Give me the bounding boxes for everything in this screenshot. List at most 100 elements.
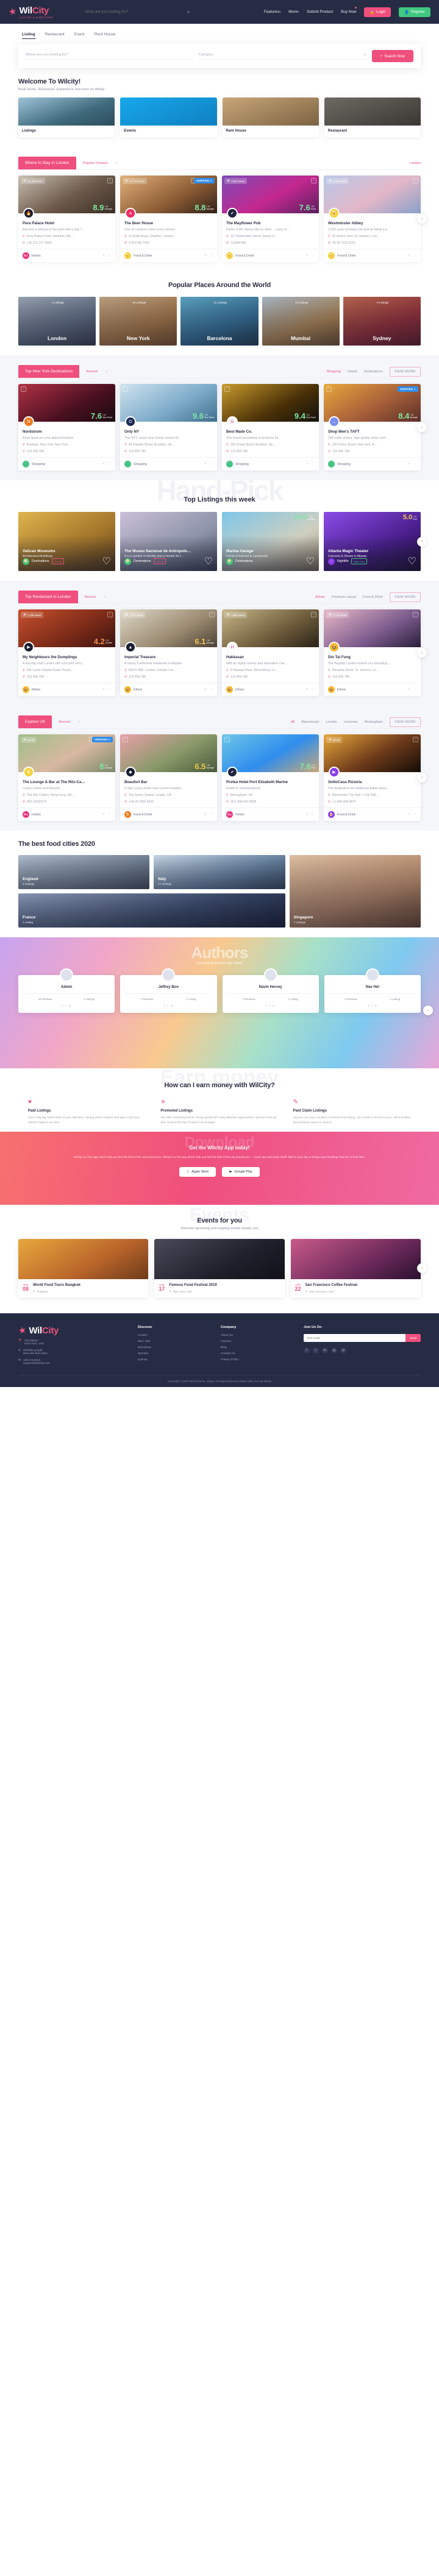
- favorite-icon[interactable]: ♡: [311, 178, 316, 183]
- heart-icon[interactable]: ♡: [108, 812, 111, 817]
- listing-card[interactable]: 👁 8,403 views ♡ 7.6/ 10 Good ✔ The Mayflower P…: [222, 176, 319, 262]
- filter-food-drink[interactable]: Food & Drink: [363, 595, 383, 599]
- heart-icon[interactable]: ♡: [413, 462, 416, 466]
- listing-title[interactable]: Only NY: [124, 430, 213, 434]
- newsletter-email-input[interactable]: [304, 1334, 406, 1343]
- category-card[interactable]: Restaurant: [324, 98, 421, 137]
- favorite-icon[interactable]: ♡: [413, 178, 418, 183]
- view-more-button[interactable]: VIEW MORE: [389, 592, 421, 602]
- heart-icon[interactable]: ♡: [108, 462, 111, 466]
- category-card[interactable]: Rent House: [222, 98, 319, 137]
- listing-card[interactable]: ♡ 9.4/ 10 Very Good G Best Made Co. This bran…: [222, 384, 319, 470]
- filter-shopping[interactable]: Shopping: [326, 370, 341, 374]
- social-icon[interactable]: t: [313, 1347, 319, 1354]
- carousel-next-button[interactable]: ›: [417, 214, 427, 224]
- favorite-icon[interactable]: ♡: [107, 612, 113, 617]
- favorite-icon[interactable]: ♡: [413, 612, 418, 617]
- authors-next-button[interactable]: ›: [423, 1006, 433, 1015]
- category-field[interactable]: Category ▾: [198, 53, 366, 60]
- listing-title[interactable]: The Beer House: [124, 221, 213, 225]
- heart-icon[interactable]: ♡: [312, 812, 315, 817]
- social-icon[interactable]: in: [273, 1004, 275, 1008]
- city-card[interactable]: England 4 Listings: [18, 855, 150, 889]
- nav-item-features[interactable]: Features▾: [264, 10, 280, 14]
- handpick-card[interactable]: The Museo Nacional de Antropolo… It is a …: [120, 512, 217, 571]
- login-button[interactable]: 🔒 Login: [364, 7, 391, 17]
- heart-icon[interactable]: ♡: [312, 687, 315, 692]
- favorite-icon[interactable]: ♡: [311, 612, 316, 617]
- favorite-icon[interactable]: ♡: [224, 737, 230, 742]
- compare-icon[interactable]: ⌕: [204, 812, 206, 817]
- tab-rent-house[interactable]: Rent House: [95, 32, 116, 39]
- filter-london[interactable]: London: [409, 161, 421, 165]
- event-card[interactable]: Apr 22 San Francisco Coffee Festival ⚲ San F…: [290, 1239, 421, 1298]
- header-search-input[interactable]: [85, 10, 188, 14]
- listing-card[interactable]: ♡ 6.5/ 10 Average ◆ Beaufort Bar 5 Star Luxur…: [120, 734, 217, 821]
- nav-item-submit-product[interactable]: Submit Product: [307, 10, 333, 14]
- listing-title[interactable]: Best Made Co.: [226, 430, 315, 434]
- place-card[interactable]: ▪ 11 Listings Barcelona: [180, 297, 259, 346]
- listing-title[interactable]: Westminster Abbey: [328, 221, 416, 225]
- footer-link[interactable]: Contact Us: [221, 1352, 294, 1355]
- event-card[interactable]: Apr 17 Famous Food Festival 2019 ⚲ New York,…: [154, 1239, 285, 1298]
- footer-link[interactable]: About Us: [221, 1334, 294, 1337]
- social-icon[interactable]: in: [322, 1347, 328, 1354]
- favorite-icon[interactable]: ♡: [107, 178, 113, 183]
- category-card[interactable]: Events: [120, 98, 217, 137]
- footer-link[interactable]: Blog: [221, 1346, 294, 1349]
- social-icon[interactable]: in: [374, 1004, 377, 1008]
- listing-card[interactable]: 👁 1,553 views ♡ H Hakkasan With its stylish i…: [222, 609, 319, 696]
- listing-title[interactable]: Hakkasan: [226, 655, 315, 659]
- social-icon[interactable]: f: [62, 1004, 63, 1008]
- listing-title[interactable]: Protea Hotel Port Elizabeth Marine: [226, 780, 315, 784]
- social-icon[interactable]: ig: [331, 1347, 337, 1354]
- footer-logo[interactable]: ★ WilCity: [17, 1325, 128, 1336]
- heart-icon[interactable]: ♡: [102, 555, 111, 567]
- social-icon[interactable]: t: [167, 1004, 168, 1008]
- site-logo[interactable]: ★ WilCity LISTING & DIRECTORY: [7, 5, 54, 19]
- footer-link[interactable]: London: [138, 1334, 211, 1337]
- heart-icon[interactable]: ♡: [210, 462, 213, 466]
- newyork-sort-dropdown[interactable]: Recent ▾: [86, 370, 107, 374]
- tab-restaurant[interactable]: Restaurant: [45, 32, 65, 39]
- listing-title[interactable]: Din Tai Fung: [328, 655, 416, 659]
- uk-sort-dropdown[interactable]: Recent ▾: [59, 720, 80, 724]
- footer-link[interactable]: Careers: [221, 1340, 294, 1343]
- compare-icon[interactable]: ⌕: [102, 687, 104, 692]
- city-card[interactable]: Italy 17 Listings: [154, 855, 285, 889]
- filter-manchester[interactable]: Manchester: [301, 720, 319, 724]
- compare-icon[interactable]: ⌕: [204, 687, 206, 692]
- heart-icon[interactable]: ♡: [312, 462, 315, 466]
- heart-icon[interactable]: ♡: [413, 687, 416, 692]
- listing-title[interactable]: My Neighbours the Dumplings: [23, 655, 111, 659]
- search-icon[interactable]: ⌕: [187, 9, 190, 15]
- listing-title[interactable]: The Lounge & Bar at The Ritz-Ca…: [23, 780, 111, 784]
- view-more-button[interactable]: VIEW MORE: [389, 366, 421, 377]
- heart-icon[interactable]: ♡: [210, 687, 213, 692]
- listing-card[interactable]: ♡ VERIFIED ✔ 8.4/ 10 Average ⌄ Shop Men's TAF…: [324, 384, 421, 470]
- heart-icon[interactable]: ♡: [408, 555, 416, 567]
- compare-icon[interactable]: ⌕: [306, 462, 308, 466]
- heart-icon[interactable]: ♡: [210, 254, 213, 258]
- listing-card[interactable]: 👁 Email ♡ ▶ SottoCasa Pizzeria The destinatio…: [324, 734, 421, 821]
- tab-event[interactable]: Event: [74, 32, 85, 39]
- carousel-next-button[interactable]: ›: [417, 773, 427, 782]
- social-icon[interactable]: t: [65, 1004, 66, 1008]
- heart-icon[interactable]: ♡: [312, 254, 315, 258]
- tab-listing[interactable]: Listing: [22, 32, 35, 39]
- london-sort-dropdown[interactable]: Popular Viewed ▾: [83, 161, 118, 165]
- social-icon[interactable]: t: [371, 1004, 372, 1008]
- compare-icon[interactable]: ⌕: [102, 812, 104, 817]
- filter-london[interactable]: London: [326, 720, 337, 724]
- city-card[interactable]: Singapore 7 Listings: [289, 855, 421, 928]
- newsletter-send-button[interactable]: Send: [405, 1334, 421, 1343]
- listing-card[interactable]: ♡ 9.6/ 10 Very Good O Only NY This NYC street…: [120, 384, 217, 470]
- filter-premium-casual[interactable]: Premium casual: [332, 595, 356, 599]
- footer-link[interactable]: Sydney: [138, 1358, 211, 1361]
- footer-link[interactable]: New York: [138, 1340, 211, 1343]
- listing-title[interactable]: Beaufort Bar: [124, 780, 213, 784]
- heart-icon[interactable]: ♡: [413, 812, 416, 817]
- compare-icon[interactable]: ⌕: [408, 254, 410, 258]
- footer-link[interactable]: Privacy Policy: [221, 1358, 294, 1361]
- register-button[interactable]: 👤 Register: [399, 7, 430, 17]
